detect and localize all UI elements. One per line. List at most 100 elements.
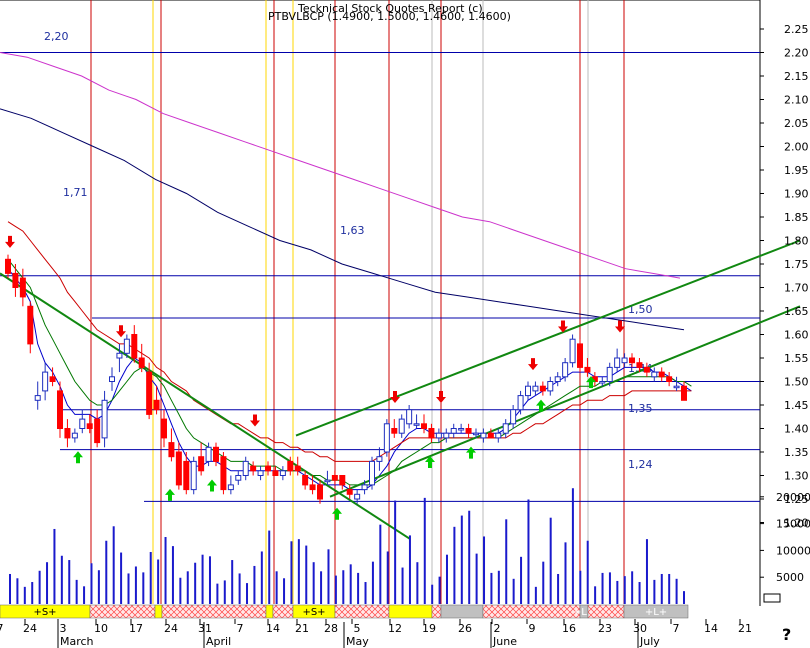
x-tick-label: 14: [266, 622, 280, 635]
candle-body: [606, 366, 613, 382]
signal-segment: [265, 604, 274, 619]
candle-body: [57, 390, 63, 429]
volume-bar: [564, 542, 567, 604]
candle-body: [369, 460, 375, 486]
candle-body: [257, 470, 264, 476]
x-tick-label: 2: [494, 622, 501, 635]
candle-body: [190, 460, 197, 491]
volume-bar: [97, 570, 100, 604]
candle-body: [443, 432, 450, 439]
candle-body: [621, 357, 628, 364]
candle-body: [12, 272, 19, 288]
volume-bar: [616, 580, 619, 604]
volume-bar: [60, 555, 63, 604]
volume-bar: [460, 515, 463, 604]
y-tick-label: 2.20: [784, 47, 809, 60]
volume-bar: [645, 539, 648, 604]
chart-subtitle: Tecknical Stock Quotes Report (c): [297, 2, 483, 15]
volume-bar: [46, 562, 49, 604]
volume-bar: [638, 582, 641, 604]
y-tick-label: 1.90: [784, 188, 809, 201]
candle-body: [279, 470, 286, 476]
month-label: May: [346, 635, 369, 648]
level-label: 1,24: [628, 458, 653, 471]
candle-body: [19, 277, 26, 298]
volume-bar: [16, 578, 19, 604]
x-tick-label: 12: [388, 622, 402, 635]
x-tick-label: 9: [529, 622, 536, 635]
y-tick-label: 2.05: [784, 117, 809, 130]
candle-body: [525, 385, 531, 397]
candle-body: [175, 451, 182, 486]
volume-bar: [297, 539, 300, 604]
volume-bar: [571, 488, 574, 604]
candle-body: [495, 432, 502, 439]
signal-segment: [587, 604, 625, 619]
volume-bar: [483, 536, 486, 604]
volume-tick-label: 5000: [776, 571, 804, 584]
x-tick-label: 7: [237, 622, 244, 635]
x-tick-label: 17: [129, 622, 143, 635]
candle-body: [510, 409, 517, 425]
month-label: April: [206, 635, 231, 648]
volume-bar: [401, 567, 404, 604]
candle-body: [220, 456, 227, 491]
volume-bar: [653, 579, 656, 604]
candle-body: [294, 465, 301, 472]
candle-body: [324, 479, 331, 483]
volume-bar: [149, 552, 152, 604]
volume-bar: [194, 562, 197, 604]
candle-body: [272, 470, 279, 476]
candle-body: [205, 446, 212, 462]
candle-body: [213, 446, 219, 462]
volume-bar: [675, 578, 678, 604]
volume-bar: [31, 582, 34, 604]
candle-body: [458, 428, 465, 431]
volume-bar: [120, 552, 123, 604]
volume-bar: [231, 560, 234, 604]
volume-bar: [349, 564, 352, 604]
volume-bar: [90, 563, 93, 604]
y-tick-label: 1.65: [784, 305, 809, 318]
candle-body: [532, 385, 539, 392]
volume-tick-label: 20000: [776, 491, 810, 504]
help-icon[interactable]: ?: [782, 625, 791, 644]
x-tick-label: 16: [562, 622, 576, 635]
volume-bar: [660, 573, 663, 604]
candle-body: [517, 395, 524, 411]
volume-bar: [268, 530, 271, 604]
volume-bar: [275, 571, 278, 604]
candle-body: [250, 465, 257, 472]
volume-bar: [327, 549, 330, 604]
x-tick-label: 7: [673, 622, 680, 635]
y-tick-label: 1.55: [784, 352, 809, 365]
volume-bar: [186, 571, 189, 604]
volume-bar: [475, 553, 478, 604]
candle-body: [480, 432, 487, 439]
candle-body: [227, 484, 234, 491]
candle-body: [614, 357, 621, 368]
x-tick-label: 19: [422, 622, 436, 635]
plot-background: [0, 0, 810, 648]
candle-body: [651, 371, 658, 378]
x-tick-label: 14: [704, 622, 718, 635]
volume-bar: [208, 556, 211, 604]
volume-bar: [490, 572, 493, 604]
candle-body: [473, 432, 479, 436]
candle-body: [673, 385, 680, 389]
candle-body: [339, 475, 346, 486]
candle-body: [636, 362, 643, 368]
candle-body: [547, 381, 554, 392]
volume-bar: [201, 554, 204, 604]
volume-bar: [549, 517, 552, 604]
candle-body: [5, 258, 11, 274]
x-tick-label: 24: [23, 622, 37, 635]
volume-bar: [142, 572, 145, 604]
volume-bar: [357, 572, 360, 604]
candle-body: [287, 460, 294, 472]
volume-bar: [9, 573, 11, 604]
candle-body: [658, 371, 665, 378]
volume-bar: [83, 586, 86, 604]
volume-bar: [68, 560, 71, 604]
candle-body: [643, 366, 650, 373]
